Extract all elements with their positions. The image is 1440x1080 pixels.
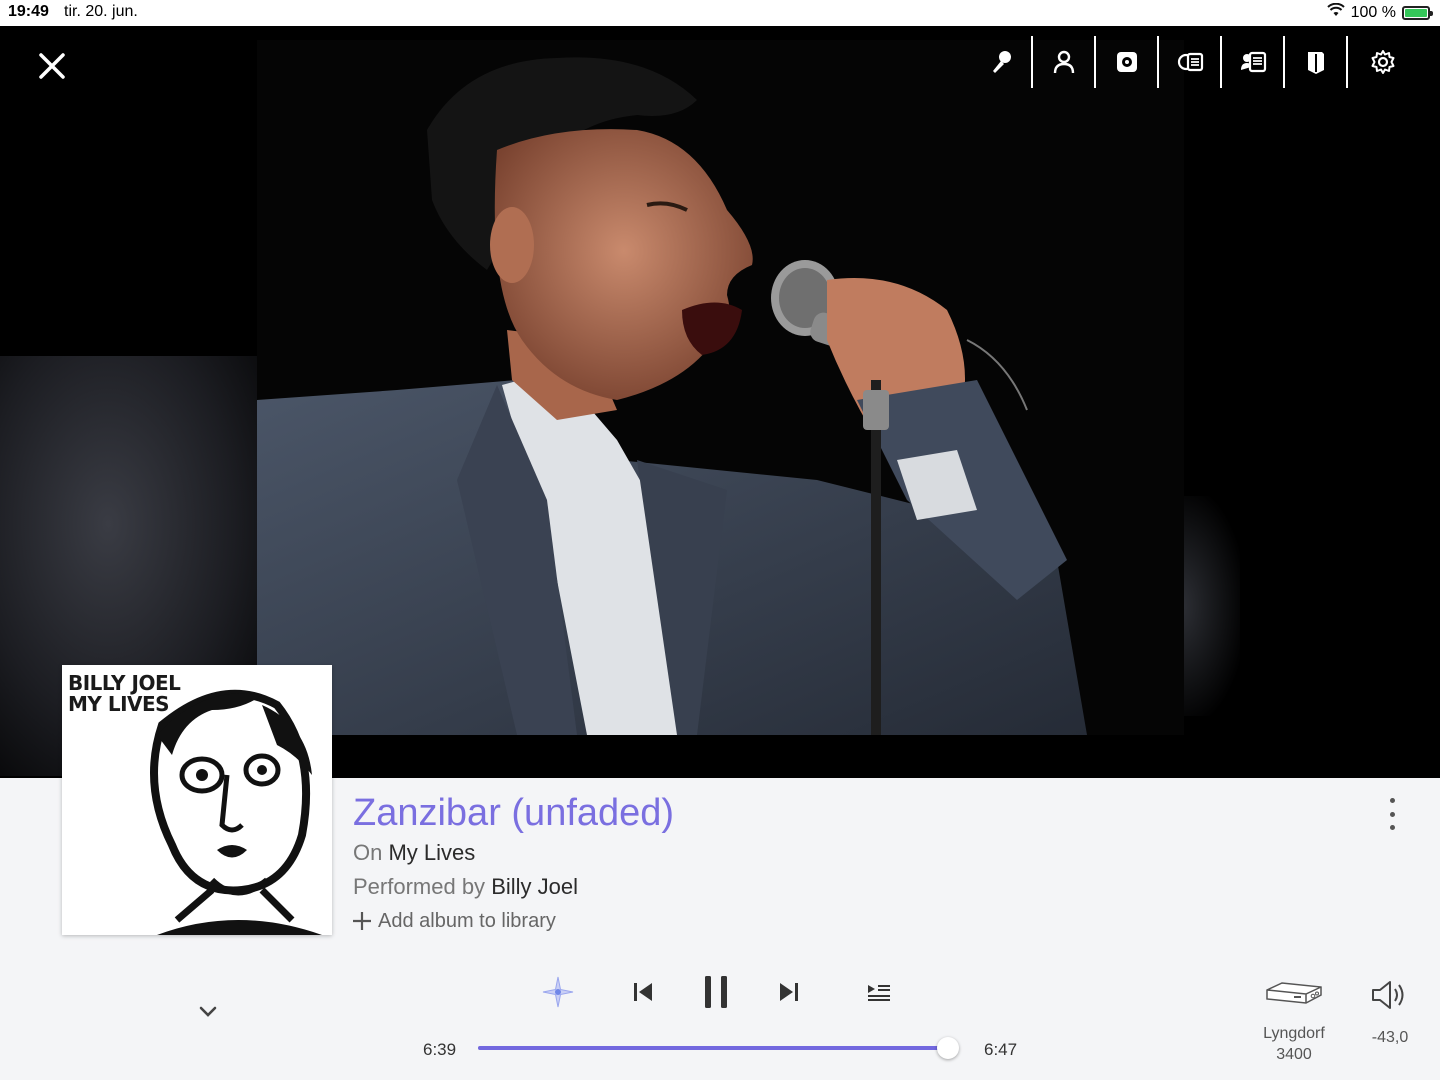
- device-name-line2: 3400: [1276, 1046, 1312, 1063]
- output-device-button[interactable]: Lyngdorf 3400: [1246, 978, 1342, 1065]
- progress-thumb[interactable]: [937, 1037, 960, 1059]
- wifi-icon: [1326, 2, 1345, 22]
- album-cover[interactable]: BILLY JOEL MY LIVES: [62, 665, 332, 935]
- artist-photo: [257, 40, 1184, 735]
- album-line: On My Lives: [353, 840, 475, 866]
- close-icon: [39, 53, 65, 79]
- chevron-down-icon: [199, 1006, 217, 1017]
- elapsed-time: 6:39: [423, 1040, 457, 1059]
- bookmark-icon: [1307, 52, 1324, 74]
- device-name-line1: Lyngdorf: [1263, 1025, 1325, 1042]
- album-prefix: On: [353, 840, 383, 865]
- artist-button[interactable]: [1033, 36, 1096, 88]
- radio-button[interactable]: [538, 970, 578, 1014]
- more-dot: [1389, 825, 1395, 830]
- booklet-button[interactable]: [1285, 36, 1348, 88]
- queue-button[interactable]: [858, 970, 900, 1014]
- progress-fill: [478, 1046, 949, 1050]
- plus-icon: [352, 911, 372, 932]
- pause-icon: [705, 976, 727, 1008]
- pause-button[interactable]: [695, 970, 737, 1014]
- settings-button[interactable]: [1348, 36, 1418, 88]
- queue-icon: [868, 985, 890, 1001]
- artist-line: Performed by Billy Joel: [353, 874, 578, 900]
- microphone-icon: [992, 51, 1011, 73]
- previous-button[interactable]: [623, 970, 663, 1014]
- status-bar: 19:49 tir. 20. jun. 100 %: [0, 0, 1440, 26]
- more-dot: [1389, 811, 1395, 817]
- sparkle-icon: [542, 976, 574, 1008]
- album-info-button[interactable]: [1159, 36, 1222, 88]
- volume-value: -43,0: [1371, 1029, 1409, 1046]
- more-dot: [1389, 798, 1395, 803]
- track-title: Zanzibar (unfaded): [353, 792, 675, 834]
- credits-icon: [1240, 51, 1266, 73]
- device-name: Lyngdorf 3400: [1246, 1023, 1342, 1065]
- volume-button[interactable]: -43,0: [1360, 978, 1420, 1047]
- skip-previous-icon: [634, 983, 652, 1001]
- amplifier-icon: [1266, 982, 1322, 1004]
- collapse-button[interactable]: [196, 1002, 220, 1022]
- status-date: tir. 20. jun.: [64, 3, 138, 20]
- gear-icon: [1371, 50, 1395, 74]
- close-button[interactable]: [30, 44, 74, 88]
- battery-percent: 100 %: [1350, 3, 1396, 21]
- more-options-button[interactable]: [1380, 798, 1404, 830]
- skip-next-icon: [780, 983, 798, 1001]
- lyrics-button[interactable]: [970, 36, 1033, 88]
- top-toolbar: [970, 36, 1418, 88]
- cover-artist-text: BILLY JOEL: [68, 671, 181, 695]
- add-album-label: Add album to library: [378, 910, 556, 932]
- artist-link[interactable]: Billy Joel: [491, 874, 578, 899]
- volume-icon: [1372, 981, 1404, 1009]
- credits-button[interactable]: [1222, 36, 1285, 88]
- speaker-icon: [1116, 52, 1137, 72]
- total-time: 6:47: [984, 1040, 1018, 1059]
- album-info-icon: [1177, 52, 1203, 72]
- battery-icon: [1402, 5, 1433, 20]
- add-album-button[interactable]: Add album to library: [352, 910, 556, 933]
- status-time: 19:49: [8, 3, 49, 20]
- artist-prefix: Performed by: [353, 874, 486, 899]
- person-icon: [1053, 50, 1074, 74]
- status-right: 100 %: [1326, 2, 1433, 22]
- album-button[interactable]: [1096, 36, 1159, 88]
- progress-bar[interactable]: [478, 1037, 960, 1059]
- album-cover-text: BILLY JOEL MY LIVES: [68, 671, 181, 716]
- album-link[interactable]: My Lives: [388, 840, 475, 865]
- cover-album-text: MY LIVES: [68, 692, 170, 716]
- next-button[interactable]: [769, 970, 809, 1014]
